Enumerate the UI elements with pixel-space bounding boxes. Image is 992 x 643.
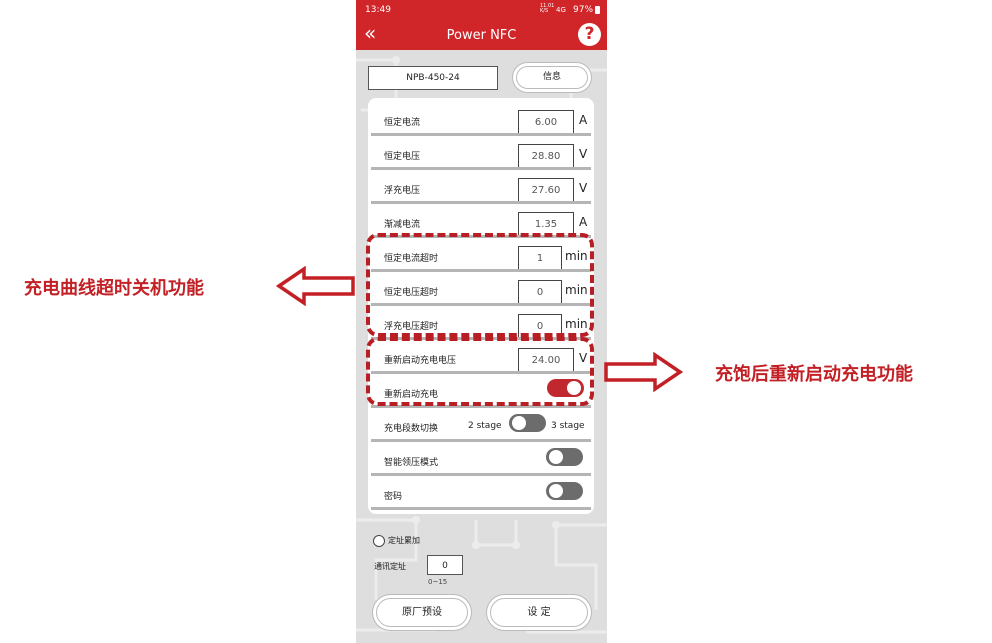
three-stage-label: 3 stage xyxy=(551,421,585,431)
taper-current-row: 渐减电流 1.35 A xyxy=(368,204,594,238)
settings-card: 恒定电流 6.00 A 恒定电压 28.80 V 浮充电压 27.60 V 渐减… xyxy=(368,98,594,514)
address-range-label: 0~15 xyxy=(428,578,448,586)
left-arrow-icon xyxy=(276,266,355,306)
cc-timeout-unit: min xyxy=(565,249,588,263)
constant-current-input[interactable]: 6.00 xyxy=(518,110,574,134)
battery-level: 97% xyxy=(573,5,594,15)
factory-reset-button[interactable]: 原厂预设 xyxy=(376,598,468,627)
status-time: 13:49 xyxy=(365,5,391,15)
two-stage-label: 2 stage xyxy=(468,421,502,431)
signal-icon: 4G xyxy=(556,6,566,14)
question-mark-icon: ? xyxy=(584,24,595,44)
cc-timeout-row: 恒定电流超时 1 min xyxy=(368,238,594,272)
left-annotation-text: 充电曲线超时关机功能 xyxy=(24,278,204,299)
phone-screen: 13:49 11.01 K/S 4G 97% « Power NFC ? NPB… xyxy=(356,0,607,643)
model-field: NPB-450-24 xyxy=(368,66,498,90)
restart-voltage-unit: V xyxy=(579,351,588,365)
cv-timeout-input[interactable]: 0 xyxy=(518,280,562,304)
toggle-knob xyxy=(549,484,563,498)
smart-mode-toggle[interactable] xyxy=(546,448,583,466)
row-divider xyxy=(371,507,591,510)
constant-current-row: 恒定电流 6.00 A xyxy=(368,102,594,136)
toggle-knob xyxy=(549,450,563,464)
float-timeout-input[interactable]: 0 xyxy=(518,314,562,338)
constant-voltage-label: 恒定电压 xyxy=(384,152,421,162)
right-arrow-icon xyxy=(604,352,683,392)
restart-charge-toggle[interactable] xyxy=(547,379,584,397)
constant-voltage-input[interactable]: 28.80 xyxy=(518,144,574,168)
constant-current-unit: A xyxy=(579,113,588,127)
help-button[interactable]: ? xyxy=(578,23,601,46)
address-accumulate-radio[interactable] xyxy=(373,535,385,547)
smart-mode-label: 智能领压模式 xyxy=(384,458,439,468)
restart-charge-row: 重新启动充电 xyxy=(368,374,594,408)
cv-timeout-row: 恒定电压超时 0 min xyxy=(368,272,594,306)
battery-icon xyxy=(595,6,600,14)
constant-voltage-unit: V xyxy=(579,147,588,161)
apply-settings-button[interactable]: 设 定 xyxy=(490,598,588,627)
float-timeout-row: 浮充电压超时 0 min xyxy=(368,306,594,340)
toggle-knob xyxy=(512,416,526,430)
status-bar: 13:49 11.01 K/S 4G 97% xyxy=(356,0,607,20)
cc-timeout-input[interactable]: 1 xyxy=(518,246,562,270)
address-accumulate-label: 定址累加 xyxy=(388,536,420,545)
network-speed: 11.01 K/S xyxy=(540,3,555,14)
smart-mode-row: 智能领压模式 xyxy=(368,442,594,476)
password-label: 密码 xyxy=(384,492,403,502)
float-voltage-label: 浮充电压 xyxy=(384,186,421,196)
cc-timeout-label: 恒定电流超时 xyxy=(384,254,439,264)
cv-timeout-unit: min xyxy=(565,283,588,297)
taper-current-label: 渐减电流 xyxy=(384,220,421,230)
right-annotation-text: 充饱后重新启动充电功能 xyxy=(715,364,913,385)
taper-current-input[interactable]: 1.35 xyxy=(518,212,574,236)
restart-voltage-input[interactable]: 24.00 xyxy=(518,348,574,372)
title-bar: « Power NFC ? xyxy=(356,20,607,50)
cv-timeout-label: 恒定电压超时 xyxy=(384,288,439,298)
float-voltage-row: 浮充电压 27.60 V xyxy=(368,170,594,204)
float-timeout-label: 浮充电压超时 xyxy=(384,322,439,332)
password-toggle[interactable] xyxy=(546,482,583,500)
stage-switch-row: 充电段数切换 2 stage 3 stage xyxy=(368,408,594,442)
restart-charge-label: 重新启动充电 xyxy=(384,390,439,400)
restart-voltage-label: 重新启动充电电压 xyxy=(384,356,457,366)
restart-voltage-row: 重新启动充电电压 24.00 V xyxy=(368,340,594,374)
constant-current-label: 恒定电流 xyxy=(384,118,421,128)
app-title: Power NFC xyxy=(446,28,517,43)
password-row: 密码 xyxy=(368,476,594,510)
float-voltage-input[interactable]: 27.60 xyxy=(518,178,574,202)
stage-switch-label: 充电段数切换 xyxy=(384,424,439,434)
info-button[interactable]: 信息 xyxy=(516,66,588,89)
float-timeout-unit: min xyxy=(565,317,588,331)
toggle-knob xyxy=(567,381,581,395)
float-voltage-unit: V xyxy=(579,181,588,195)
comm-address-label: 通讯定址 xyxy=(374,562,406,571)
stage-toggle[interactable] xyxy=(509,414,546,432)
comm-address-input[interactable]: 0 xyxy=(427,555,463,575)
constant-voltage-row: 恒定电压 28.80 V xyxy=(368,136,594,170)
taper-current-unit: A xyxy=(579,215,588,229)
